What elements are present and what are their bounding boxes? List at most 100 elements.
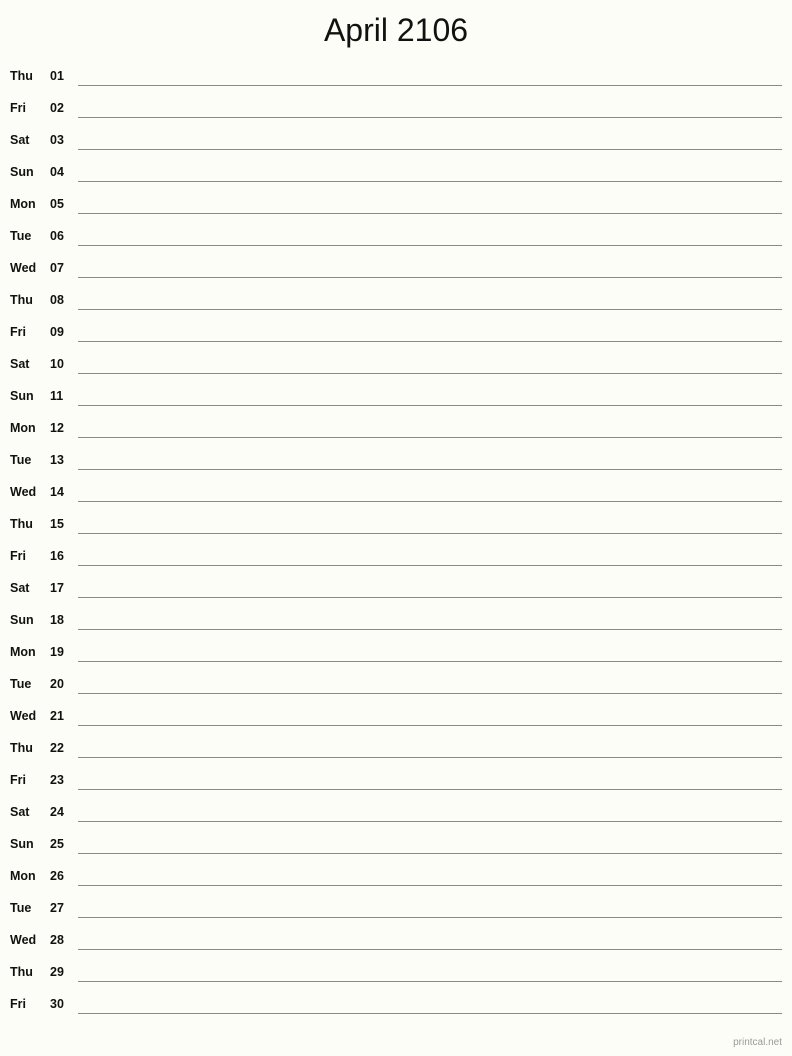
weekday-label: Sun <box>10 165 34 179</box>
day-row: Sun 11 <box>0 382 792 414</box>
day-number: 06 <box>50 229 64 243</box>
note-writing-line[interactable] <box>78 789 782 790</box>
day-row: Mon 05 <box>0 190 792 222</box>
day-row: Thu 29 <box>0 958 792 990</box>
day-row: Tue 20 <box>0 670 792 702</box>
weekday-label: Fri <box>10 325 26 339</box>
day-row: Fri 09 <box>0 318 792 350</box>
page-title: April 2106 <box>323 12 469 48</box>
note-writing-line[interactable] <box>78 981 782 982</box>
weekday-label: Sat <box>10 805 30 819</box>
day-number: 26 <box>50 869 64 883</box>
note-writing-line[interactable] <box>78 437 782 438</box>
note-writing-line[interactable] <box>78 85 782 86</box>
weekday-label: Mon <box>10 645 36 659</box>
note-writing-line[interactable] <box>78 597 782 598</box>
weekday-label: Thu <box>10 69 33 83</box>
note-writing-line[interactable] <box>78 853 782 854</box>
note-writing-line[interactable] <box>78 309 782 310</box>
day-number: 24 <box>50 805 64 819</box>
day-number: 18 <box>50 613 64 627</box>
note-writing-line[interactable] <box>78 629 782 630</box>
day-row: Wed 28 <box>0 926 792 958</box>
note-writing-line[interactable] <box>78 533 782 534</box>
note-writing-line[interactable] <box>78 117 782 118</box>
day-number: 14 <box>50 485 64 499</box>
note-writing-line[interactable] <box>78 1013 782 1014</box>
note-writing-line[interactable] <box>78 885 782 886</box>
note-writing-line[interactable] <box>78 565 782 566</box>
day-number: 13 <box>50 453 64 467</box>
weekday-label: Tue <box>10 901 32 915</box>
day-number: 01 <box>50 69 64 83</box>
day-row: Wed 21 <box>0 702 792 734</box>
day-number: 19 <box>50 645 64 659</box>
day-number: 11 <box>50 389 64 403</box>
day-row: Sun 25 <box>0 830 792 862</box>
day-number: 30 <box>50 997 64 1011</box>
weekday-label: Tue <box>10 453 32 467</box>
weekday-label: Thu <box>10 293 33 307</box>
day-row: Fri 16 <box>0 542 792 574</box>
note-writing-line[interactable] <box>78 661 782 662</box>
weekday-label: Fri <box>10 997 26 1011</box>
day-row: Sun 18 <box>0 606 792 638</box>
weekday-label: Wed <box>10 485 37 499</box>
weekday-label: Sun <box>10 389 34 403</box>
day-number: 09 <box>50 325 64 339</box>
day-row: Sat 03 <box>0 126 792 158</box>
weekday-label: Tue <box>10 229 32 243</box>
day-number: 21 <box>50 709 64 723</box>
note-writing-line[interactable] <box>78 917 782 918</box>
day-row: Thu 01 <box>0 62 792 94</box>
note-writing-line[interactable] <box>78 149 782 150</box>
day-row: Mon 19 <box>0 638 792 670</box>
day-row: Wed 14 <box>0 478 792 510</box>
weekday-label: Thu <box>10 965 33 979</box>
weekday-label: Sun <box>10 613 34 627</box>
note-writing-line[interactable] <box>78 181 782 182</box>
day-number: 07 <box>50 261 64 275</box>
note-writing-line[interactable] <box>78 949 782 950</box>
day-number: 28 <box>50 933 64 947</box>
note-writing-line[interactable] <box>78 277 782 278</box>
note-writing-line[interactable] <box>78 469 782 470</box>
note-writing-line[interactable] <box>78 821 782 822</box>
day-number: 10 <box>50 357 64 371</box>
day-row: Mon 26 <box>0 862 792 894</box>
day-row: Tue 27 <box>0 894 792 926</box>
note-writing-line[interactable] <box>78 341 782 342</box>
footer-credit: printcal.net <box>733 1037 782 1048</box>
day-row: Sun 04 <box>0 158 792 190</box>
weekday-label: Tue <box>10 677 32 691</box>
weekday-label: Sat <box>10 133 30 147</box>
weekday-label: Fri <box>10 773 26 787</box>
day-row: Thu 15 <box>0 510 792 542</box>
day-number: 23 <box>50 773 64 787</box>
day-row: Thu 22 <box>0 734 792 766</box>
note-writing-line[interactable] <box>78 757 782 758</box>
weekday-label: Fri <box>10 101 26 115</box>
note-writing-line[interactable] <box>78 725 782 726</box>
calendar-page: April 2106 Thu 01 Fri 02 Sat 03 Sun 04 Mon 05 Tue 0… <box>0 0 792 1056</box>
day-number: 12 <box>50 421 64 435</box>
weekday-label: Wed <box>10 261 37 275</box>
day-number: 27 <box>50 901 64 915</box>
day-number: 05 <box>50 197 64 211</box>
note-writing-line[interactable] <box>78 373 782 374</box>
note-writing-line[interactable] <box>78 405 782 406</box>
note-writing-line[interactable] <box>78 213 782 214</box>
weekday-label: Sat <box>10 357 30 371</box>
day-row: Fri 02 <box>0 94 792 126</box>
note-writing-line[interactable] <box>78 245 782 246</box>
day-rows-list: Thu 01 Fri 02 Sat 03 Sun 04 Mon 05 Tue 06 Wed 07 Thu 08… <box>0 62 792 1022</box>
weekday-label: Sat <box>10 581 30 595</box>
day-number: 08 <box>50 293 64 307</box>
weekday-label: Mon <box>10 869 36 883</box>
weekday-label: Fri <box>10 549 26 563</box>
note-writing-line[interactable] <box>78 693 782 694</box>
day-number: 25 <box>50 837 64 851</box>
day-number: 20 <box>50 677 64 691</box>
note-writing-line[interactable] <box>78 501 782 502</box>
day-number: 02 <box>50 101 64 115</box>
